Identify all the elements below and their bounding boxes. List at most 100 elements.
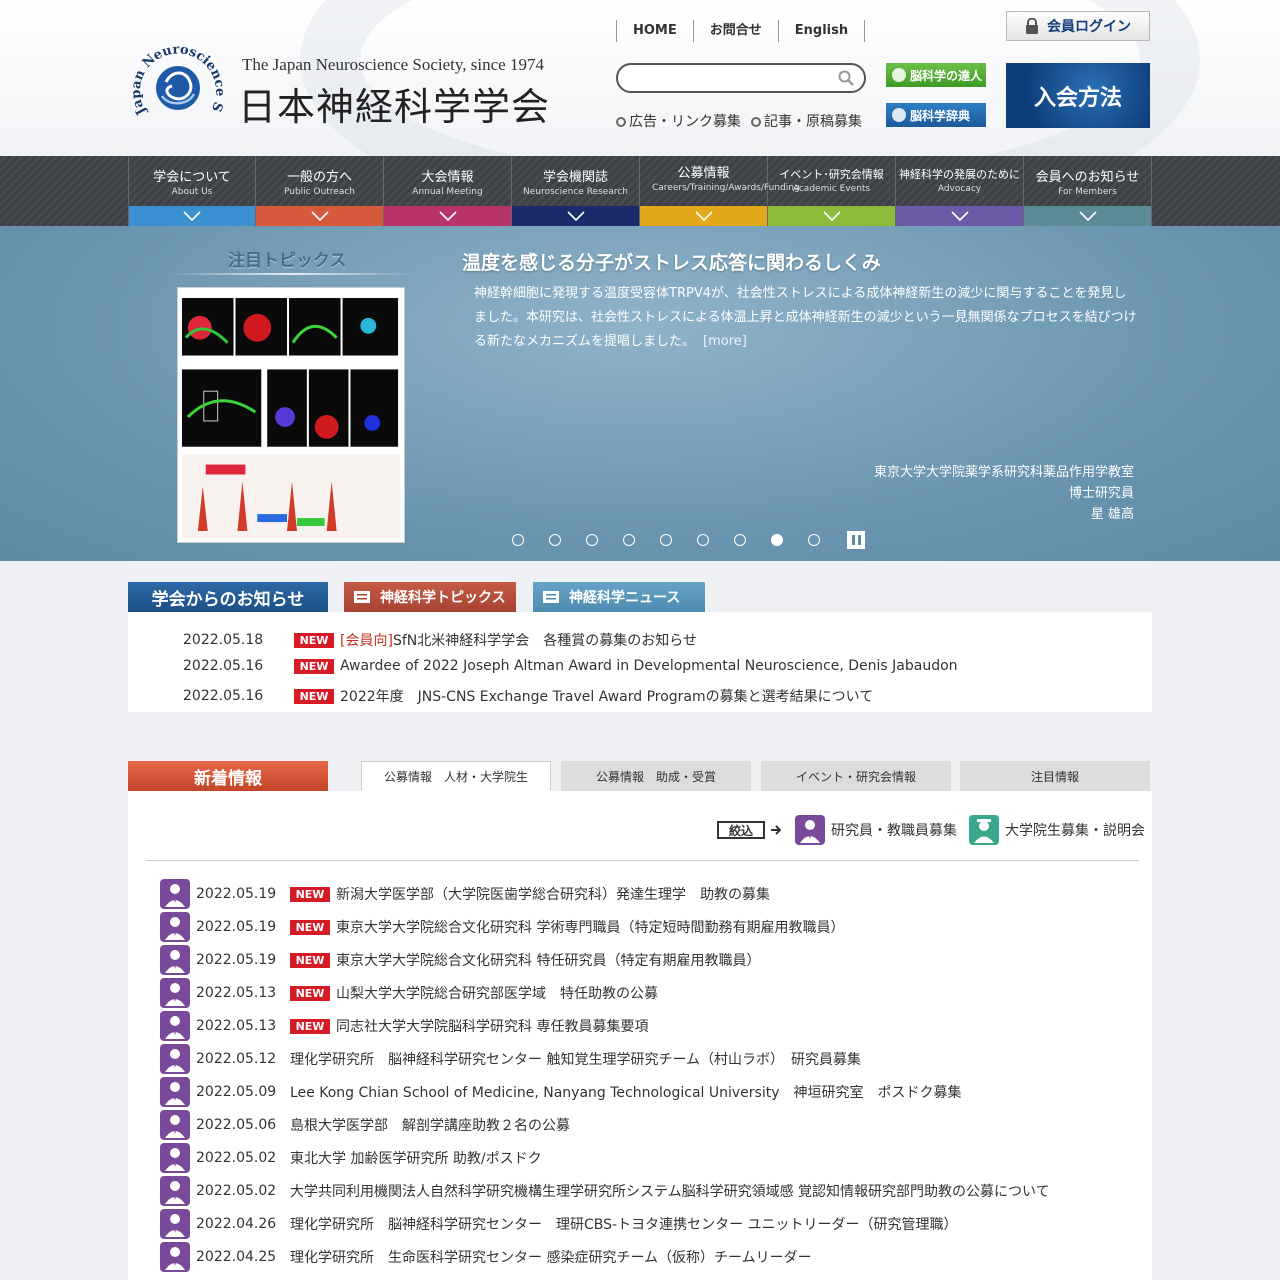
featured-topic-title[interactable]: 温度を感じる分子がストレス応答に関わるしくみ [462,248,881,275]
list-item-date: 2022.05.09 [196,1084,277,1100]
graduate-student-icon [969,815,999,845]
slider-dot[interactable] [697,534,709,546]
list-item[interactable]: 2022.05.19 NEW 東京大学大学院総合文化研究科 特任研究員（特定有期雇用… [160,945,760,975]
society-tagline: The Japan Neuroscience Society, since 19… [242,55,544,74]
new-badge: NEW [294,688,334,704]
search-input[interactable] [630,65,840,91]
main-nav-label: 会員へのお知らせ [1035,170,1140,185]
researcher-icon [795,815,825,845]
list-item[interactable]: 2022.05.09 Lee Kong Chian School of Medic… [160,1077,962,1107]
slider-dot[interactable] [549,534,561,546]
tab-neuroscience-topics[interactable]: 神経科学トピックス [344,582,516,612]
slider-dot[interactable] [771,534,783,546]
main-nav-item[interactable]: 学会について About Us [128,156,256,226]
ad-link-recruit[interactable]: 広告・リンク募集 [616,111,741,131]
pause-icon[interactable] [847,531,865,549]
brain-experts-banner[interactable]: 脳科学の達人 [886,63,986,87]
list-item[interactable]: 2022.04.26 理化学研究所 脳神経科学研究センター 理研CBS-トヨタ連携… [160,1209,958,1239]
list-item-title: Lee Kong Chian School of Medicine, Nanya… [290,1085,962,1101]
main-nav-color-bar [384,206,511,226]
notice-title: 2022年度 JNS-CNS Exchange Travel Award Pro… [340,689,874,705]
brain-icon [892,68,906,82]
list-item[interactable]: 2022.05.13 NEW 山梨大学大学院総合研究部医学域 特任助教の公募 [160,978,658,1008]
new-badge: NEW [290,1018,330,1034]
main-nav-item[interactable]: 会員へのお知らせ For Members [1024,156,1152,226]
filter-researcher-faculty[interactable]: 研究員・教職員募集 [795,815,957,845]
main-nav-item[interactable]: 公募情報 Careers/Training/Awards/Funding [640,156,800,226]
main-nav-sublabel: Public Outreach [283,187,356,197]
notice-date: 2022.05.16 [183,658,264,674]
main-nav-label: 神経科学の発展のために [899,168,1020,181]
filter-divider [146,860,1139,861]
main-nav-color-bar [512,206,639,226]
list-item[interactable]: 2022.05.02 大学共同利用機関法人自然科学研究機構生理学研究所システム脳科… [160,1176,1050,1206]
member-login-button[interactable]: 会員ログイン [1006,11,1150,41]
notice-item[interactable]: 2022.05.16 NEW Awardee of 2022 Joseph Altm… [183,658,958,674]
main-nav-item[interactable]: 神経科学の発展のために Advocacy [896,156,1024,226]
tab-events[interactable]: イベント・研究会情報 [761,761,951,791]
tab-recruitment-positions[interactable]: 公募情報 人材・大学院生 [361,761,551,791]
researcher-icon [160,1011,190,1041]
main-nav-label: イベント･研究会情報 [779,168,884,181]
list-item-date: 2022.05.19 [196,886,277,902]
article-submission-link[interactable]: 記事・原稿募集 [751,111,862,131]
notice-title: Awardee of 2022 Joseph Altman Award in D… [340,658,958,674]
credit-affiliation: 東京大学大学院薬学系研究科薬品作用学教室 [873,465,1134,480]
join-society-button[interactable]: 入会方法 [1006,63,1150,128]
tab-grants-awards[interactable]: 公募情報 助成・受賞 [561,761,751,791]
topnav-english-link[interactable]: English [779,20,866,42]
main-nav-item[interactable]: 一般の方へ Public Outreach [256,156,384,226]
new-badge: NEW [294,632,334,648]
list-item[interactable]: 2022.05.13 NEW 同志社大学大学院脳科学研究科 専任教員募集要項 [160,1011,648,1041]
topnav-contact-link[interactable]: お問合せ [694,20,779,42]
main-navigation: 学会について About Us 一般の方へ Public Outreach 大会情報 An… [0,156,1280,226]
slider-dot[interactable] [586,534,598,546]
list-item-date: 2022.05.12 [196,1051,277,1067]
arrow-right-icon [771,825,781,835]
list-item[interactable]: 2022.05.02 東北大学 加齢医学研究所 助教/ポスドク [160,1143,542,1173]
main-nav-item[interactable]: 大会情報 Annual Meeting [384,156,512,226]
slider-dot[interactable] [734,534,746,546]
brain-dictionary-banner[interactable]: 脳科学辞典 [886,103,986,127]
researcher-icon [160,1209,190,1239]
notice-date: 2022.05.16 [183,688,264,704]
filter-graduate-students[interactable]: 大学院生募集・説明会 [969,815,1145,845]
main-nav-color-bar [768,206,895,226]
tab-neuroscience-news[interactable]: 神経科学ニュース [533,582,705,612]
society-logo[interactable]: Japan Neuroscience Society [128,40,228,134]
main-nav-color-bar [1024,206,1151,226]
tab-society-notices[interactable]: 学会からのお知らせ [128,582,328,612]
list-item[interactable]: 2022.04.25 理化学研究所 生命医科学研究センター 感染症研究チーム（仮称… [160,1242,812,1272]
chevron-down-icon [566,211,585,221]
list-item-title: 島根大学医学部 解剖学講座助教２名の公募 [290,1118,570,1134]
featured-topic-figure[interactable] [177,287,405,543]
list-item[interactable]: 2022.05.19 NEW 東京大学大学院総合文化研究科 学術専門職員（特定短時間… [160,912,844,942]
notice-item[interactable]: 2022.05.18 NEW [会員向] SfN北米神経科学学会 各種賞の募集のお知ら… [183,630,697,650]
main-nav-label: 学会について [153,170,231,185]
researcher-icon [160,945,190,975]
list-item[interactable]: 2022.05.12 理化学研究所 脳神経科学研究センター 触知覚生理学研究チーム… [160,1044,861,1074]
researcher-icon [160,912,190,942]
main-nav-item[interactable]: 学会機関誌 Neuroscience Research [512,156,640,226]
slider-dot[interactable] [623,534,635,546]
list-item[interactable]: 2022.05.06 島根大学医学部 解剖学講座助教２名の公募 [160,1110,570,1140]
slider-dot[interactable] [808,534,820,546]
read-more-link[interactable]: [more] [703,334,747,349]
society-name[interactable]: 日本神経科学学会 [238,76,550,131]
sub-links: 広告・リンク募集 記事・原稿募集 [616,111,862,131]
tab-featured-info[interactable]: 注目情報 [960,761,1150,791]
notice-item[interactable]: 2022.05.16 NEW 2022年度 JNS-CNS Exchange Tra… [183,686,873,706]
main-nav-color-bar [896,206,1023,226]
list-item[interactable]: 2022.05.19 NEW 新潟大学医学部（大学院医歯学総合研究科）発達生理学 助… [160,879,770,909]
list-item-title: 山梨大学大学院総合研究部医学域 特任助教の公募 [336,986,658,1002]
main-nav-label: 一般の方へ [286,170,352,185]
search-icon[interactable] [838,70,854,86]
list-item-date: 2022.04.26 [196,1216,277,1232]
researcher-icon [160,978,190,1008]
slider-dot[interactable] [660,534,672,546]
list-item-date: 2022.05.06 [196,1117,277,1133]
slider-dot[interactable] [512,534,524,546]
topnav-home-link[interactable]: HOME [617,20,694,42]
chevron-down-icon [438,211,457,221]
main-nav-item[interactable]: イベント･研究会情報 Academic Events [768,156,896,226]
